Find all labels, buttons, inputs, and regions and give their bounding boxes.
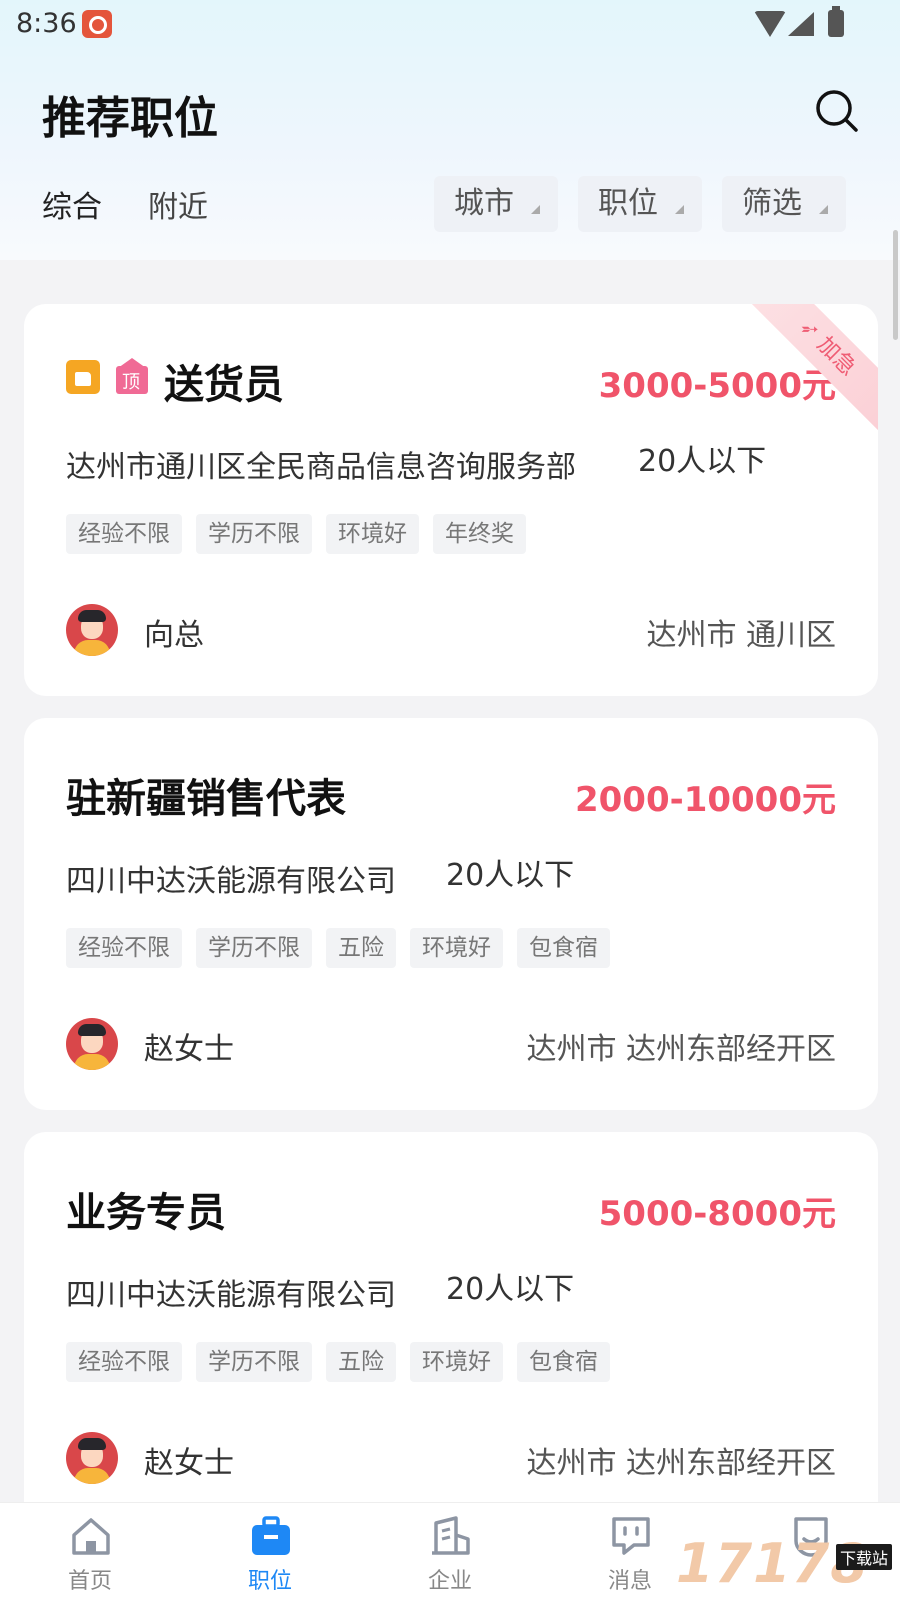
nav-messages[interactable]: 消息 [570,1503,690,1600]
company-size: 20人以下 [638,444,767,479]
job-location: 达州市 通川区 [646,618,836,653]
job-salary: 5000-8000元 [598,1194,836,1234]
company-name: 四川中达沃能源有限公司 [66,864,396,899]
search-icon [816,90,858,132]
job-location: 达州市 达州东部经开区 [526,1032,836,1067]
filter-position[interactable]: 职位 [578,176,702,232]
job-tag: 包食宿 [517,1342,610,1382]
avatar [66,604,118,656]
job-card[interactable]: 顶 送货员 3000-5000元 ➶ 加急 达州市通川区全民商品信息咨询服务部 … [24,304,878,696]
status-time: 8:36 [16,8,77,39]
job-title: 驻新疆销售代表 [66,776,346,822]
filter-city-label: 城市 [454,186,514,221]
nav-companies[interactable]: 企业 [390,1503,510,1600]
building-icon [432,1516,470,1555]
contact-name: 赵女士 [144,1032,234,1067]
job-tag: 经验不限 [66,514,182,554]
job-tag: 经验不限 [66,928,182,968]
header: 8:36 推荐职位 综合 附近 城市 职位 筛选 [0,0,900,260]
job-tags: 经验不限 学历不限 环境好 年终奖 [66,514,526,554]
job-tag: 年终奖 [433,514,526,554]
company-name: 达州市通川区全民商品信息咨询服务部 [66,450,576,485]
tab-comprehensive[interactable]: 综合 [42,182,102,226]
avatar [66,1432,118,1484]
briefcase-icon [252,1516,290,1555]
job-tag: 五险 [326,1342,396,1382]
job-card[interactable]: 业务专员 5000-8000元 四川中达沃能源有限公司 20人以下 经验不限 学… [24,1132,878,1524]
job-tag: 五险 [326,928,396,968]
dropdown-triangle-icon [675,205,684,214]
job-tag: 环境好 [410,1342,503,1382]
job-tag: 学历不限 [196,1342,312,1382]
wifi-icon [754,11,786,37]
scrollbar[interactable] [893,230,898,340]
nav-jobs[interactable]: 职位 [210,1503,330,1600]
tab-nearby[interactable]: 附近 [148,182,208,226]
search-button[interactable] [814,88,860,134]
filter-more-label: 筛选 [742,186,802,221]
top-badge-icon: 顶 [116,358,148,394]
job-title: 业务专员 [66,1190,226,1236]
job-salary: 3000-5000元 [598,366,836,406]
status-bar: 8:36 [0,0,900,50]
job-card[interactable]: 驻新疆销售代表 2000-10000元 四川中达沃能源有限公司 20人以下 经验… [24,718,878,1110]
nav-jobs-label: 职位 [247,1569,292,1594]
job-tag: 包食宿 [517,928,610,968]
app-notification-icon [82,10,112,38]
job-tags: 经验不限 学历不限 五险 环境好 包食宿 [66,928,610,968]
job-tags: 经验不限 学历不限 五险 环境好 包食宿 [66,1342,610,1382]
page-title: 推荐职位 [42,93,218,144]
signal-icon [788,12,814,36]
home-icon [72,1518,110,1555]
watermark-sublabel: 下载站 [836,1544,893,1570]
filter-more[interactable]: 筛选 [722,176,846,232]
dropdown-triangle-icon [819,205,828,214]
filter-city[interactable]: 城市 [434,176,558,232]
contact-name: 向总 [144,618,204,653]
job-tag: 学历不限 [196,514,312,554]
message-icon [612,1517,650,1555]
contact-name: 赵女士 [144,1446,234,1481]
thumbs-up-icon [66,360,100,394]
avatar [66,1018,118,1070]
job-location: 达州市 达州东部经开区 [526,1446,836,1481]
filter-position-label: 职位 [598,186,658,221]
nav-home-label: 首页 [67,1569,112,1594]
dropdown-triangle-icon [531,205,540,214]
company-size: 20人以下 [446,858,575,893]
job-tag: 经验不限 [66,1342,182,1382]
nav-home[interactable]: 首页 [30,1503,150,1600]
job-tag: 学历不限 [196,928,312,968]
job-salary: 2000-10000元 [574,780,836,820]
nav-messages-label: 消息 [607,1569,652,1594]
company-size: 20人以下 [446,1272,575,1307]
job-title: 送货员 [164,362,284,408]
job-tag: 环境好 [326,514,419,554]
company-name: 四川中达沃能源有限公司 [66,1278,396,1313]
top-badge-label: 顶 [122,372,140,393]
job-tag: 环境好 [410,928,503,968]
nav-companies-label: 企业 [427,1569,472,1594]
battery-icon [828,6,844,37]
